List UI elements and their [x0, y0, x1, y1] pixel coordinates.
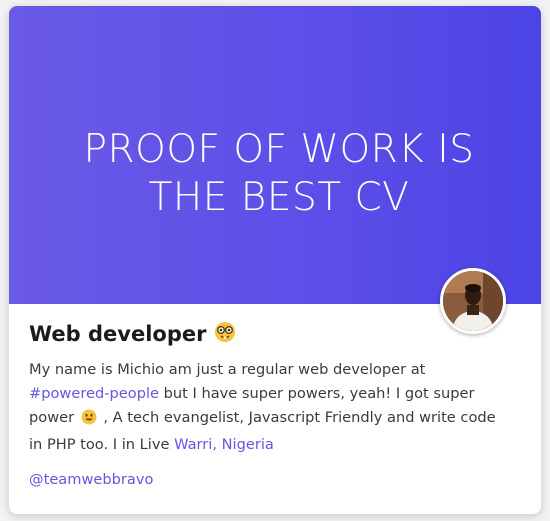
- twitter-handle-link[interactable]: @teamwebbravo: [29, 471, 499, 488]
- location-link[interactable]: Warri, Nigeria: [174, 436, 274, 453]
- bio-part-1: My name is Michio am just a regular web …: [29, 361, 426, 378]
- smiling-face-icon: [81, 409, 97, 433]
- hero-banner: PROOF OF WORK IS THE BEST CV: [9, 6, 541, 304]
- powered-people-link[interactable]: #powered-people: [29, 385, 159, 402]
- profile-content: Web developer My name is Michio am just …: [29, 316, 499, 488]
- nerd-face-icon: [214, 321, 236, 347]
- role-title: Web developer: [29, 322, 207, 346]
- hero-title: PROOF OF WORK IS THE BEST CV: [83, 127, 475, 220]
- profile-card: PROOF OF WORK IS THE BEST CV Web develop…: [9, 6, 541, 514]
- role-heading: Web developer: [29, 316, 499, 352]
- bio-text: My name is Michio am just a regular web …: [29, 358, 499, 457]
